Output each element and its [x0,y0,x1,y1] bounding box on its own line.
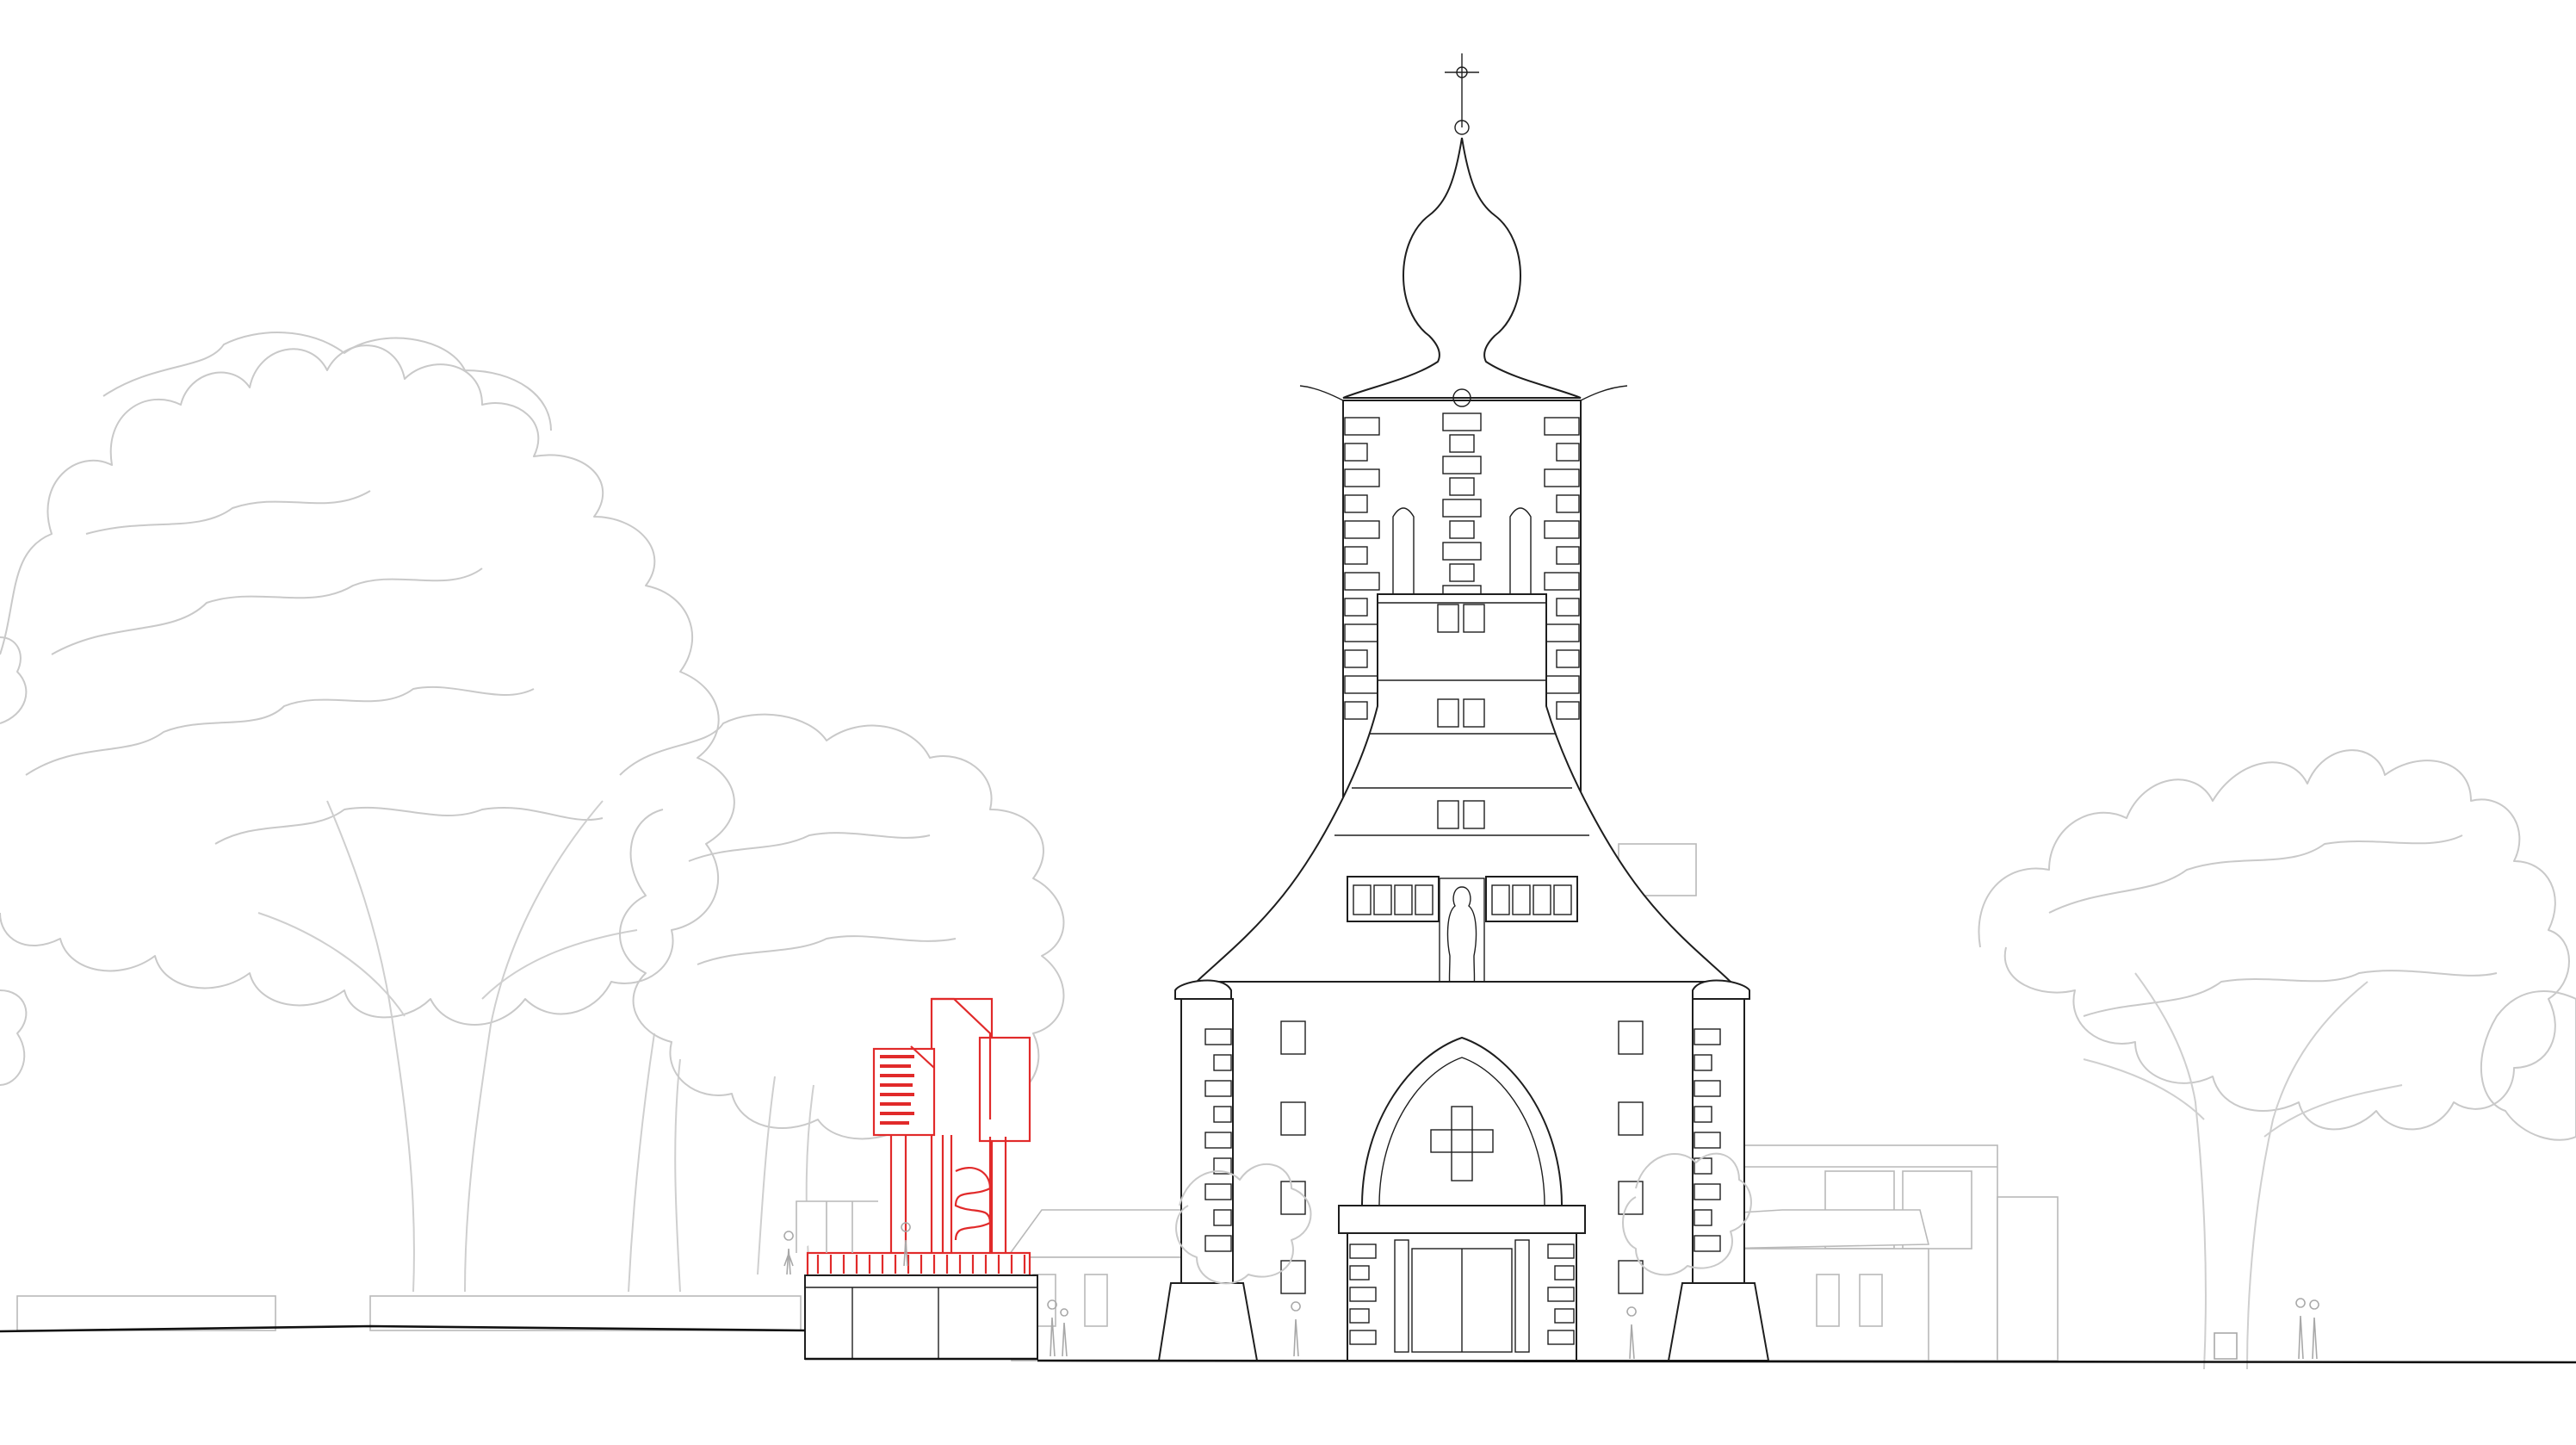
cross-finial-icon [1445,53,1479,135]
elevation-drawing [0,53,2576,1370]
retaining-wall [16,1295,802,1331]
pavilion-plinth [804,1274,1038,1360]
church-elevation [1157,53,1770,1361]
tree-left-mid [619,713,1065,1275]
tree-left-large [0,332,735,1293]
tree-right-large [1978,749,2570,1370]
tree-far-left [0,636,28,1086]
pavilion-structure [796,997,1031,1277]
background-building-right [1712,1144,2059,1361]
